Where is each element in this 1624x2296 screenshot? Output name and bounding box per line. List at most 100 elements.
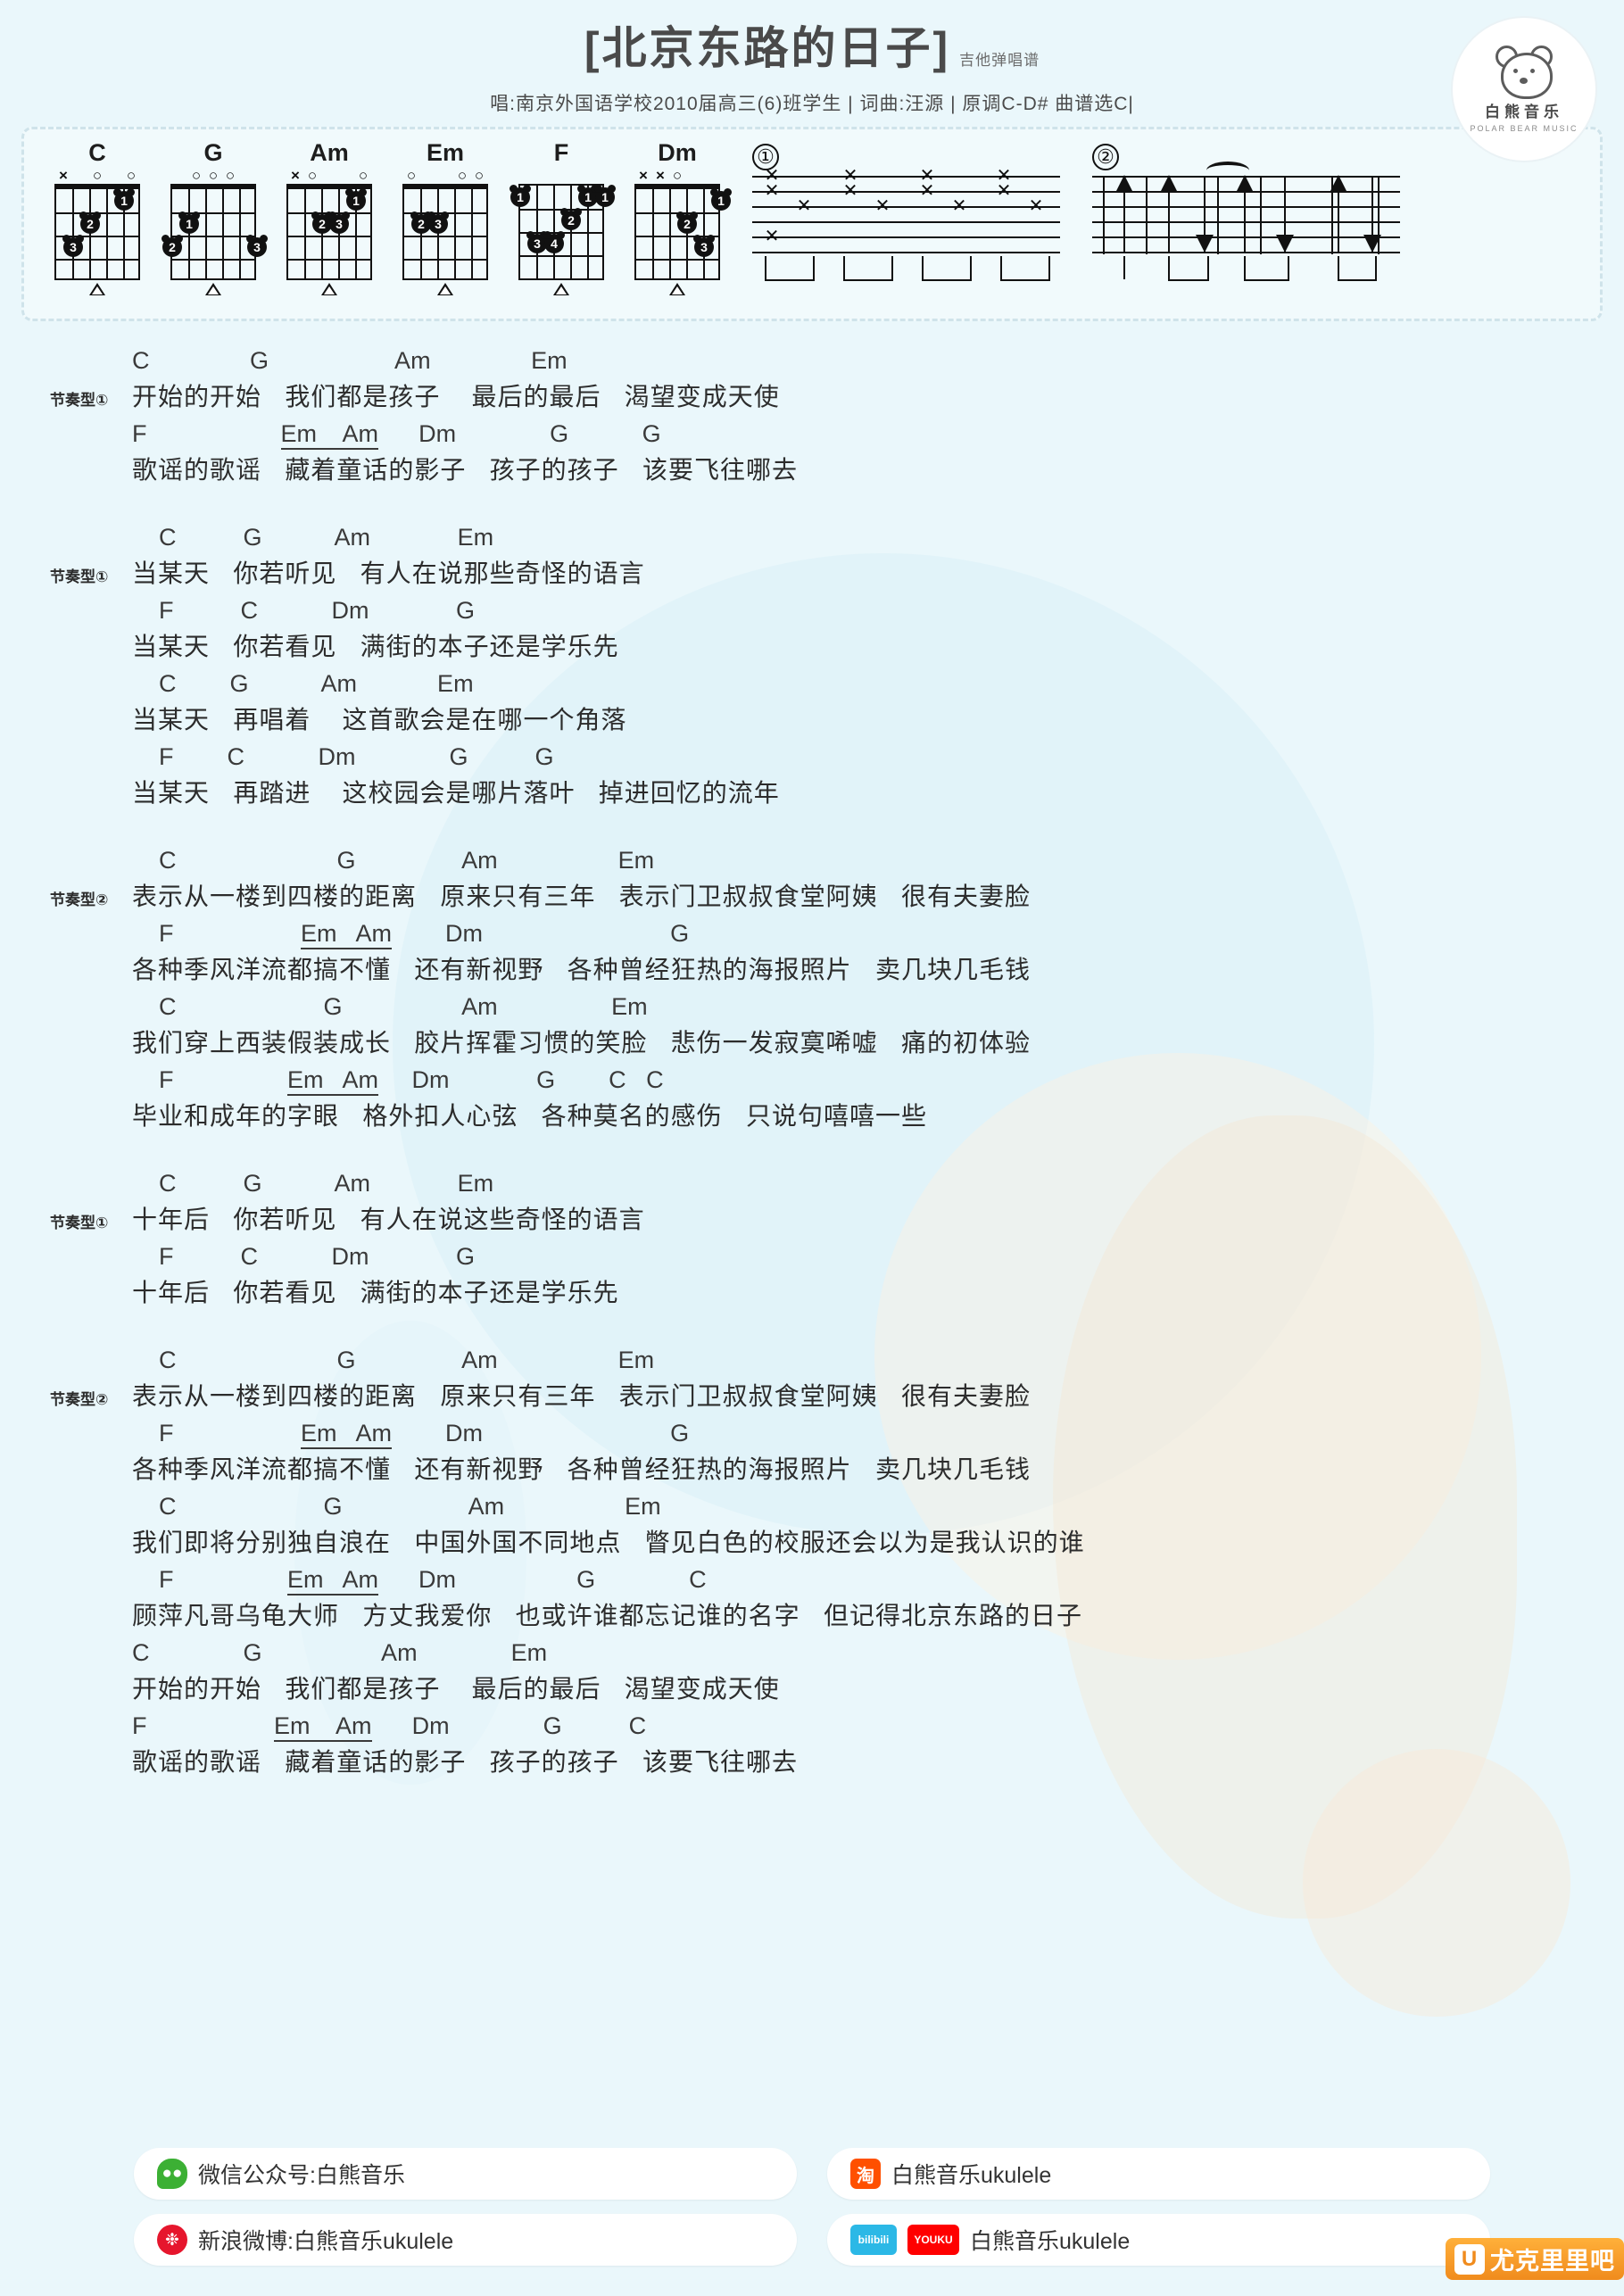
rhythm-1-staff: ✕ ✕ ✕ ✕ ✕ ✕ ✕ ✕ ✕ ✕ ✕ ✕ ✕ <box>752 167 1060 254</box>
chord-line: C G Am Em <box>132 524 494 551</box>
rhythm-pattern-1: ① ✕ ✕ ✕ ✕ ✕ ✕ ✕ ✕ ✕ ✕ ✕ ✕ ✕ <box>752 144 1060 286</box>
finger-dot: 1 <box>113 188 135 211</box>
open-string-icon: ○ <box>126 167 137 184</box>
fretboard-grid: 123 <box>54 184 140 295</box>
polar-bear-logo: 白熊音乐 POLAR BEAR MUSIC <box>1451 16 1597 162</box>
rhythm-tag: 节奏型① <box>50 392 109 409</box>
upstroke-arrow-icon <box>1115 175 1133 252</box>
chord-name: Em <box>426 139 465 166</box>
staff-line <box>1092 252 1400 253</box>
rhythm-1-beats <box>752 256 1060 286</box>
root-marker-icon <box>89 283 105 295</box>
lyric-section: 节奏型① C G Am Em 当某天 你若听见 有人在说那些奇怪的语言 F C D… <box>0 521 1624 814</box>
lyric-section: 节奏型② C G Am Em 表示从一楼到四楼的距离 原来只有三年 表示门卫叔叔食… <box>0 1344 1624 1783</box>
strum-x-marker: ✕ <box>764 227 780 246</box>
staff-line <box>1092 236 1400 238</box>
chord-name: C <box>88 139 106 166</box>
beat-bracket <box>843 256 893 281</box>
chord-line: F Em Am Dm G G <box>132 418 1597 450</box>
fretboard-grid: 123 <box>286 184 372 295</box>
footer: ●● 微信公众号:白熊音乐 淘 白熊音乐ukulele ❉ 新浪微博:白熊音乐u… <box>0 2148 1624 2280</box>
chord-line: F C Dm G G <box>132 743 554 770</box>
lyric-section: 节奏型① C G Am Em 十年后 你若听见 有人在说这些奇怪的语言 F C D… <box>0 1167 1624 1314</box>
mute-string-icon: × <box>656 167 665 184</box>
fretboard-grid: 123 <box>634 184 732 295</box>
root-marker-icon <box>669 283 685 295</box>
beat-bracket <box>1338 256 1377 281</box>
footer-link-weibo[interactable]: ❉ 新浪微博:白熊音乐ukulele <box>134 2214 797 2266</box>
rhythm-2-beats <box>1092 256 1400 286</box>
finger-dot: 1 <box>594 185 616 207</box>
chord-line: C G Am Em <box>132 847 655 874</box>
root-marker-icon <box>205 283 221 295</box>
beat-bracket <box>922 256 972 281</box>
rhythm-tag: 节奏型② <box>50 1391 109 1408</box>
lyric-line: 毕业和成年的字眼 格外扣人心弦 各种莫名的感伤 只说句嘻嘻一些 <box>132 1102 928 1130</box>
root-marker-icon <box>321 283 337 295</box>
rhythm-tag: 节奏型② <box>50 891 109 908</box>
rhythm-pattern-list: ① ✕ ✕ ✕ ✕ ✕ ✕ ✕ ✕ ✕ ✕ ✕ ✕ ✕ ② <box>729 138 1400 286</box>
lyric-line: 当某天 再踏进 这校园会是哪片落叶 掉进回忆的流年 <box>132 779 780 807</box>
chord-line: F Em Am Dm G <box>132 1417 1597 1449</box>
slur-tie-icon <box>1206 162 1249 179</box>
lyric-section: 节奏型① C G Am Em 开始的开始 我们都是孩子 最后的最后 渴望变成天使 F … <box>0 344 1624 491</box>
logo-name-en: POLAR BEAR MUSIC <box>1470 124 1578 133</box>
bilibili-icon: bilibili <box>850 2225 897 2255</box>
open-string-icon: ○ <box>358 167 369 184</box>
downstroke-arrow-icon <box>1363 176 1381 253</box>
open-string-icon: ○ <box>406 167 417 184</box>
lyric-line: 开始的开始 我们都是孩子 最后的最后 渴望变成天使 <box>132 383 780 410</box>
footer-row: ●● 微信公众号:白熊音乐 淘 白熊音乐ukulele <box>134 2148 1490 2200</box>
footer-link-video[interactable]: bilibili YOUKU 白熊音乐ukulele <box>827 2214 1490 2266</box>
chord-name: F <box>553 139 569 166</box>
finger-dot: 2 <box>560 208 582 230</box>
chord-diagram-Em: Em ○ ○ ○ 2 3 <box>394 138 497 295</box>
watermark-ukulele: U 尤克里里吧 <box>1446 2238 1624 2280</box>
finger-dot: 3 <box>693 235 715 257</box>
rhythm-2-staff <box>1092 162 1400 254</box>
upstroke-arrow-icon <box>1160 175 1178 252</box>
measure-line <box>1146 176 1148 254</box>
chord-name: Am <box>310 139 349 166</box>
finger-dot: 2 <box>162 235 183 257</box>
open-string-icon: ○ <box>307 167 318 184</box>
beat-bracket <box>1000 256 1050 281</box>
staff-line <box>752 191 1060 193</box>
staff-line <box>752 252 1060 253</box>
finger-dot: 1 <box>178 211 200 234</box>
upstroke-arrow-icon <box>1236 175 1254 252</box>
mute-string-icon: × <box>639 167 648 184</box>
lyric-line: 各种季风洋流都搞不懂 还有新视野 各种曾经狂热的海报照片 卖几块几毛钱 <box>132 1455 1032 1483</box>
chord-line: F C Dm G <box>132 597 476 624</box>
lyric-lines: C G Am Em 开始的开始 我们都是孩子 最后的最后 渴望变成天使 F Em A… <box>0 344 1624 491</box>
lyric-line: 当某天 你若看见 满街的本子还是学乐先 <box>132 633 619 660</box>
taobao-icon: 淘 <box>850 2159 881 2189</box>
weibo-icon: ❉ <box>157 2225 187 2255</box>
sheet-header: [北京东路的日子] 吉他弹唱谱 唱:南京外国语学校2010届高三(6)班学生 | … <box>0 0 1624 162</box>
footer-link-taobao[interactable]: 淘 白熊音乐ukulele <box>827 2148 1490 2200</box>
strum-x-marker: ✕ <box>764 181 780 201</box>
chord-diagram-G: G ○ ○ ○ 1 2 3 <box>162 138 268 295</box>
chord-name: Dm <box>658 139 697 166</box>
footer-link-wechat[interactable]: ●● 微信公众号:白熊音乐 <box>134 2148 797 2200</box>
wechat-icon: ●● <box>157 2159 187 2189</box>
chord-line: C G Am Em <box>132 993 648 1020</box>
background-blob <box>1303 1749 1570 2017</box>
lyric-line: 十年后 你若听见 有人在说这些奇怪的语言 <box>132 1206 645 1233</box>
chord-diagram-list: C × ○ ○ 1 2 3 G ○ ○ ○ 1 2 3 Am × ○ ○ 1 2 3 Em ○ ○ ○ 2 3 F 1 1 1 2 3 4 Dm × ×… <box>29 138 732 295</box>
strum-x-marker: ✕ <box>996 181 1012 201</box>
lyric-line: 十年后 你若看见 满街的本子还是学乐先 <box>132 1279 619 1306</box>
finger-dot: 2 <box>79 211 101 234</box>
finger-dot: 3 <box>246 235 268 257</box>
footer-label: 新浪微博:白熊音乐ukulele <box>198 2229 454 2254</box>
mute-string-icon: × <box>59 167 68 184</box>
footer-row: ❉ 新浪微博:白熊音乐ukulele bilibili YOUKU 白熊音乐uk… <box>134 2214 1490 2266</box>
chord-name: G <box>203 139 223 166</box>
open-string-icon: ○ <box>672 167 683 184</box>
downstroke-arrow-icon <box>1276 176 1294 253</box>
polar-bear-icon <box>1491 46 1557 99</box>
measure-line <box>1103 176 1105 254</box>
lyric-line: 顾萍凡哥乌龟大师 方丈我爱你 也或许谁都忘记谁的名字 但记得北京东路的日子 <box>132 1602 1083 1629</box>
strum-x-marker: ✕ <box>796 196 812 216</box>
staff-line <box>752 176 1060 178</box>
